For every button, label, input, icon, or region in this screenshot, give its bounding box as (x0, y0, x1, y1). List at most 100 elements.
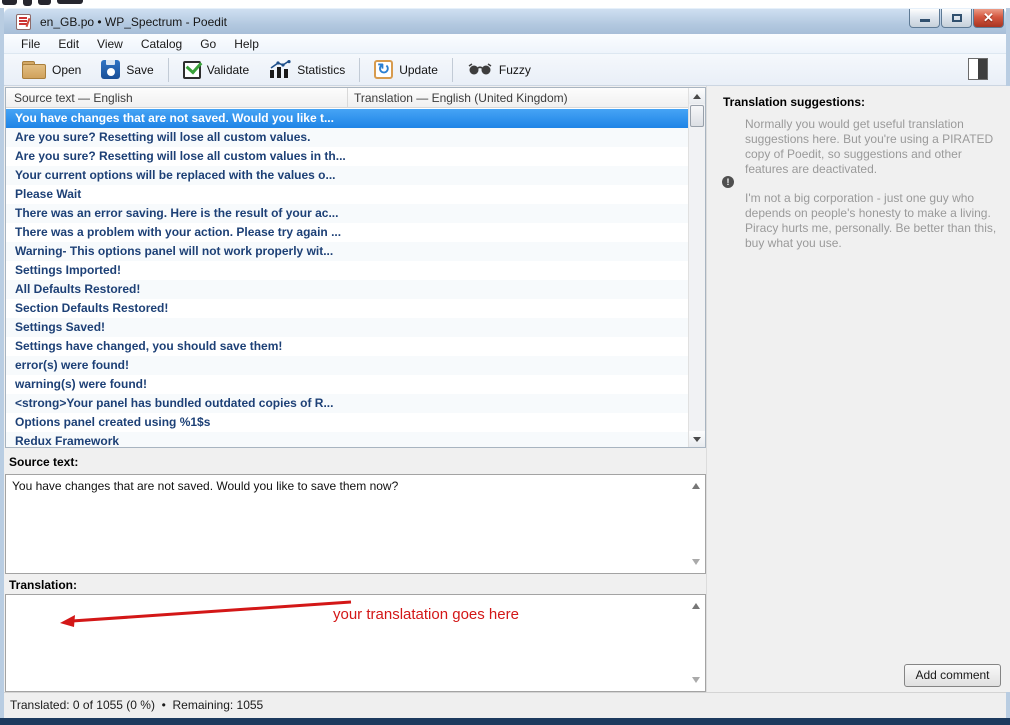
exclamation-circle-icon: ! (722, 176, 734, 188)
sidebar-toggle-icon[interactable] (968, 58, 988, 80)
list-row[interactable]: All Defaults Restored! (6, 280, 688, 299)
save-icon (101, 60, 120, 79)
suggestions-sidebar: Translation suggestions: Normally you wo… (706, 86, 1010, 692)
list-row[interactable]: Settings have changed, you should save t… (6, 337, 688, 356)
row-source-text: Settings have changed, you should save t… (15, 339, 282, 353)
row-source-text: Redux Framework (15, 434, 119, 447)
arrow-down-icon (693, 437, 701, 442)
row-source-text: Section Defaults Restored! (15, 301, 168, 315)
column-translation-header[interactable]: Translation — English (United Kingdom) (354, 91, 568, 105)
statistics-chart-icon (269, 60, 291, 79)
scroll-down-icon[interactable] (692, 559, 700, 565)
list-row[interactable]: Settings Saved! (6, 318, 688, 337)
statistics-button[interactable]: Statistics (259, 56, 355, 84)
scroll-up-button[interactable] (689, 88, 705, 104)
row-source-text: Settings Saved! (15, 320, 105, 334)
list-header: Source text — English Translation — Engl… (6, 88, 688, 108)
list-row[interactable]: Warning- This options panel will not wor… (6, 242, 688, 261)
list-row[interactable]: error(s) were found! (6, 356, 688, 375)
close-button[interactable]: ✕ (973, 9, 1004, 28)
background-text-fragment (0, 0, 110, 8)
source-text-content: You have changes that are not saved. Wou… (12, 479, 398, 494)
list-row[interactable]: There was an error saving. Here is the r… (6, 204, 688, 223)
annotation-text: your translatation goes here (333, 606, 519, 623)
open-button[interactable]: Open (12, 56, 91, 84)
translation-input-box[interactable]: your translatation goes here (5, 594, 706, 692)
maximize-icon (952, 14, 962, 22)
open-label: Open (52, 63, 81, 77)
menu-view[interactable]: View (88, 34, 132, 54)
scroll-down-button[interactable] (689, 431, 705, 447)
row-source-text: Settings Imported! (15, 263, 121, 277)
row-source-text: You have changes that are not saved. Wou… (15, 111, 334, 125)
validate-label: Validate (207, 63, 249, 77)
list-row[interactable]: Your current options will be replaced wi… (6, 166, 688, 185)
menu-bar: File Edit View Catalog Go Help (4, 34, 1006, 54)
list-row[interactable]: There was a problem with your action. Pl… (6, 223, 688, 242)
list-scrollbar[interactable] (688, 88, 705, 447)
suggestions-paragraph: I'm not a big corporation - just one guy… (745, 191, 997, 251)
list-row[interactable]: Options panel created using %1$s (6, 413, 688, 432)
update-button[interactable]: Update (364, 56, 448, 84)
source-text-box[interactable]: You have changes that are not saved. Wou… (5, 474, 706, 574)
scroll-down-icon[interactable] (692, 677, 700, 683)
row-source-text: warning(s) were found! (15, 377, 147, 391)
arrow-up-icon (693, 94, 701, 99)
menu-catalog[interactable]: Catalog (132, 34, 191, 54)
source-text-label: Source text: (9, 455, 78, 469)
menu-help[interactable]: Help (225, 34, 268, 54)
validate-button[interactable]: Validate (173, 56, 259, 84)
column-divider[interactable] (347, 88, 348, 108)
list-row[interactable]: Please Wait (6, 185, 688, 204)
toolbar-separator (452, 58, 453, 82)
row-source-text: Are you sure? Resetting will lose all cu… (15, 149, 346, 163)
translation-label: Translation: (9, 578, 77, 592)
update-refresh-icon (374, 60, 393, 79)
open-folder-icon (22, 61, 46, 78)
save-label: Save (126, 63, 153, 77)
fuzzy-glasses-icon (467, 63, 493, 76)
row-source-text: There was a problem with your action. Pl… (15, 225, 341, 239)
row-source-text: Please Wait (15, 187, 81, 201)
menu-file[interactable]: File (12, 34, 49, 54)
suggestions-paragraph: Normally you would get useful translatio… (745, 117, 997, 177)
list-row[interactable]: Settings Imported! (6, 261, 688, 280)
scrollbar-thumb[interactable] (690, 105, 704, 127)
list-rows: You have changes that are not saved. Wou… (6, 109, 688, 447)
save-button[interactable]: Save (91, 56, 163, 84)
statistics-label: Statistics (297, 63, 345, 77)
list-row[interactable]: warning(s) were found! (6, 375, 688, 394)
poedit-app-icon (16, 14, 31, 30)
row-source-text: <strong>Your panel has bundled outdated … (15, 396, 333, 410)
title-bar[interactable]: en_GB.po • WP_Spectrum - Poedit ✕ (4, 8, 1006, 34)
update-label: Update (399, 63, 438, 77)
window-title: en_GB.po • WP_Spectrum - Poedit (40, 15, 227, 29)
row-source-text: Your current options will be replaced wi… (15, 168, 336, 182)
row-source-text: Are you sure? Resetting will lose all cu… (15, 130, 310, 144)
fuzzy-label: Fuzzy (499, 63, 531, 77)
menu-edit[interactable]: Edit (49, 34, 88, 54)
scroll-up-icon[interactable] (692, 483, 700, 489)
row-source-text: Options panel created using %1$s (15, 415, 210, 429)
list-row[interactable]: You have changes that are not saved. Wou… (6, 109, 688, 128)
list-row[interactable]: Are you sure? Resetting will lose all cu… (6, 147, 688, 166)
row-source-text: All Defaults Restored! (15, 282, 140, 296)
menu-go[interactable]: Go (191, 34, 225, 54)
close-icon: ✕ (974, 10, 1003, 26)
validate-check-icon (183, 61, 201, 79)
toolbar-separator (359, 58, 360, 82)
add-comment-button[interactable]: Add comment (904, 664, 1001, 687)
window-controls: ✕ (908, 9, 1004, 28)
list-row[interactable]: Are you sure? Resetting will lose all cu… (6, 128, 688, 147)
toolbar: Open Save Validate Statistics Update (4, 54, 1006, 86)
maximize-button[interactable] (941, 9, 972, 28)
window-frame-bottom (0, 718, 1010, 725)
list-row[interactable]: <strong>Your panel has bundled outdated … (6, 394, 688, 413)
list-row[interactable]: Section Defaults Restored! (6, 299, 688, 318)
row-source-text: There was an error saving. Here is the r… (15, 206, 338, 220)
column-source-header[interactable]: Source text — English (14, 91, 133, 105)
scroll-up-icon[interactable] (692, 603, 700, 609)
list-row[interactable]: Redux Framework (6, 432, 688, 447)
fuzzy-button[interactable]: Fuzzy (457, 56, 541, 84)
minimize-button[interactable] (909, 9, 940, 28)
